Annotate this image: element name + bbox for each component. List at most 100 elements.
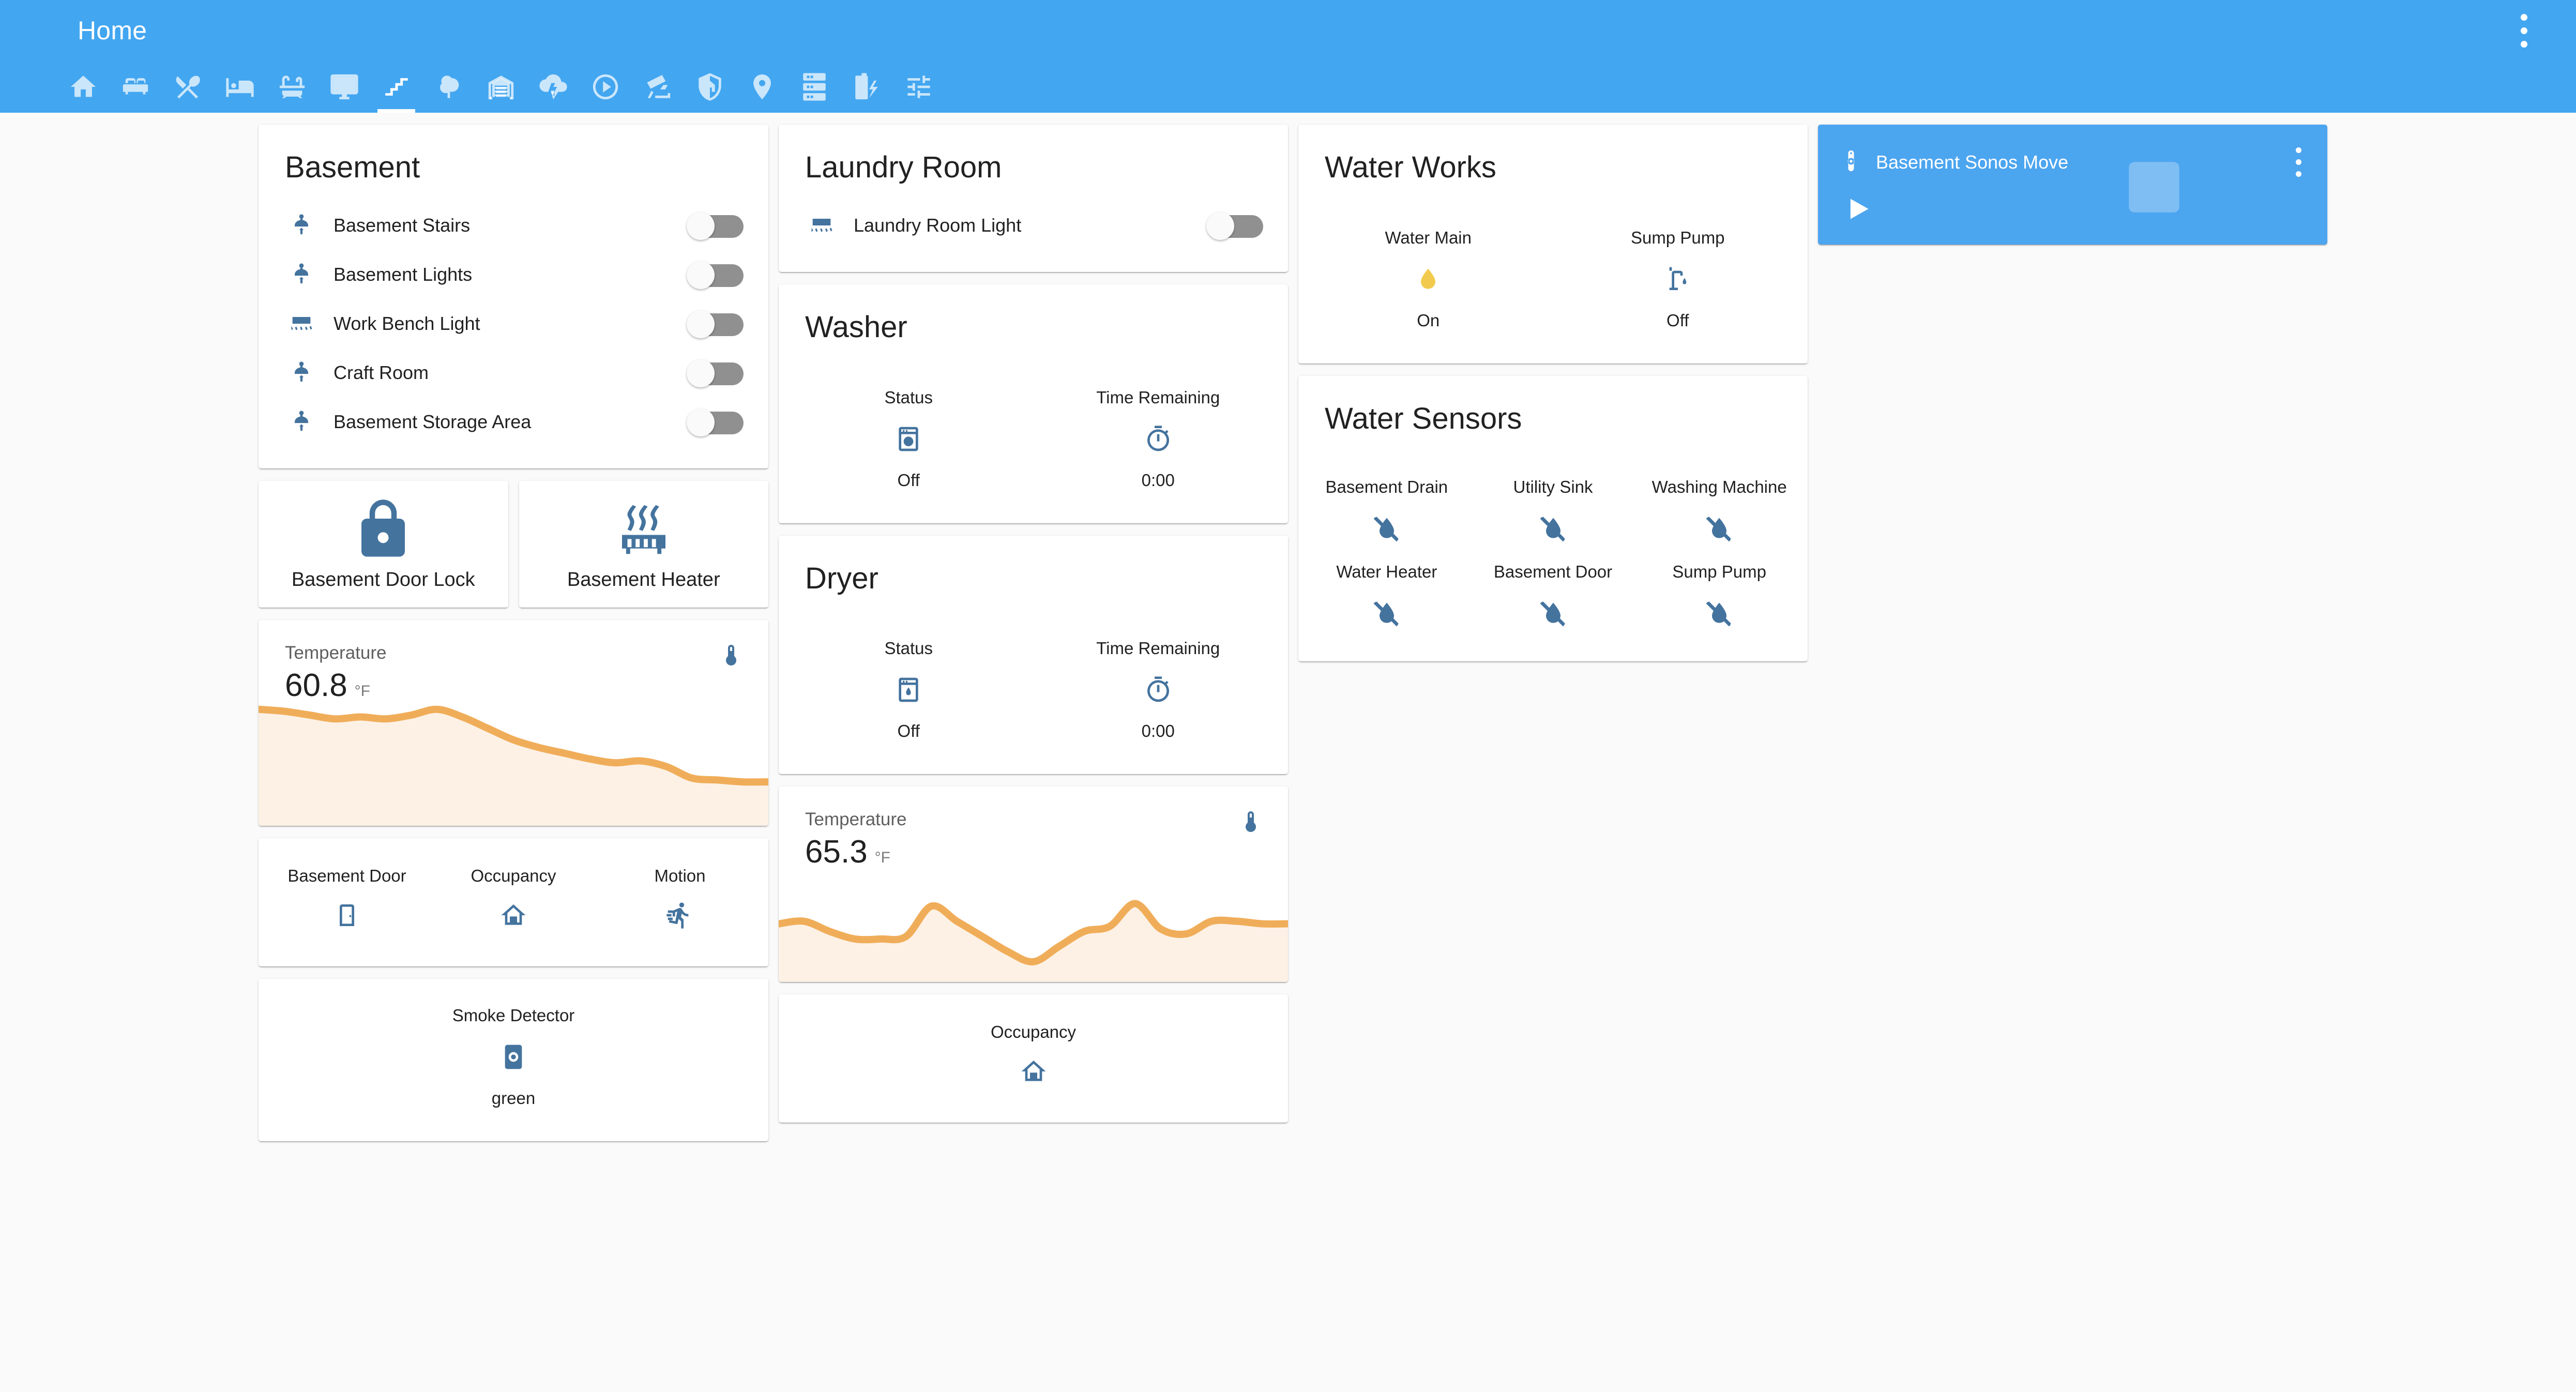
sensor-label: Smoke Detector (452, 1005, 575, 1025)
entity-row-basement-storage-area[interactable]: Basement Storage Area (259, 398, 768, 447)
sensor-smoke-detector[interactable]: Smoke Detector green (264, 1000, 763, 1119)
washer-time-remaining[interactable]: Time Remaining 0:00 (1034, 382, 1283, 502)
tab-kitchen[interactable] (161, 61, 214, 113)
dryer-status[interactable]: Status Off (784, 632, 1034, 752)
entity-label: Craft Room (334, 362, 429, 384)
sensor-washing-machine[interactable]: Washing Machine (1636, 471, 1802, 556)
tab-presence[interactable] (736, 61, 788, 113)
sensor-basement-door-water[interactable]: Basement Door (1470, 556, 1636, 641)
sensor-state: 0:00 (1141, 721, 1175, 741)
basement-button-row: Basement Door Lock Basement Heater (259, 480, 768, 608)
entity-row-laundry-room-light[interactable]: Laundry Room Light (779, 201, 1288, 250)
basement-sensors-card: Basement Door Occupancy Motion (259, 838, 768, 966)
sensor-water-main[interactable]: Water Main On (1304, 222, 1553, 342)
battery-charging-icon (852, 72, 882, 102)
sensor-utility-sink[interactable]: Utility Sink (1470, 471, 1636, 556)
column-water: Water Works Water Main On Sump Pump Off … (1298, 125, 1808, 661)
smoke-detector-glance: Smoke Detector green (259, 979, 768, 1141)
media-play-button[interactable] (1845, 193, 1872, 227)
tab-outside[interactable] (422, 61, 475, 113)
tab-media[interactable] (579, 61, 631, 113)
smoke-detector-card: Smoke Detector green (259, 978, 768, 1141)
tab-living-room[interactable] (109, 61, 161, 113)
tab-bathroom[interactable] (266, 61, 318, 113)
ceiling-light-icon (285, 261, 318, 288)
tab-office[interactable] (318, 61, 370, 113)
column-laundry: Laundry Room Laundry Room Light Washer S… (779, 125, 1288, 1123)
overflow-menu-button[interactable] (2514, 2, 2534, 59)
laundry-temperature-graph (779, 868, 1288, 982)
tab-garage[interactable] (475, 61, 527, 113)
tab-security[interactable] (684, 61, 736, 113)
basement-heater-button[interactable]: Basement Heater (519, 480, 768, 608)
sensor-state: green (491, 1088, 536, 1108)
toggle-basement-lights[interactable] (687, 261, 744, 290)
basement-temperature-card[interactable]: Temperature 60.8 °F (259, 619, 768, 826)
toggle-basement-stairs[interactable] (687, 212, 744, 240)
sensor-sump-pump[interactable]: Sump Pump Off (1553, 222, 1803, 342)
sensor-water-heater[interactable]: Water Heater (1304, 556, 1470, 641)
temperature-label: Temperature (805, 809, 907, 830)
sensor-motion[interactable]: Motion (597, 860, 763, 943)
timer-icon (1144, 423, 1173, 455)
tab-home[interactable] (57, 61, 109, 113)
sensor-sump-pump-water[interactable]: Sump Pump (1636, 556, 1802, 641)
entity-row-work-bench-light[interactable]: Work Bench Light (259, 299, 768, 349)
temperature-label: Temperature (285, 642, 387, 663)
water-sensors-row: Water Heater Basement Door Sump Pump (1304, 556, 1802, 641)
tab-settings[interactable] (892, 61, 945, 113)
sensor-state: Off (897, 470, 920, 490)
app-header: Home (0, 0, 2576, 113)
tab-cameras[interactable] (631, 61, 684, 113)
tab-batteries[interactable] (840, 61, 892, 113)
dot (2296, 171, 2301, 177)
page-title: Home (78, 16, 147, 45)
sensor-occupancy[interactable]: Occupancy (430, 860, 597, 943)
tree-icon (434, 72, 464, 102)
media-player-menu-button[interactable] (2296, 147, 2301, 177)
dryer-card: Dryer Status Off Time Remaining 0:00 (779, 535, 1288, 775)
home-icon (68, 72, 98, 102)
sofa-icon (120, 72, 150, 102)
sensor-label: Utility Sink (1513, 477, 1593, 496)
card-title: Basement (285, 150, 420, 184)
basement-door-lock-button[interactable]: Basement Door Lock (259, 480, 508, 608)
home-outline-icon (499, 899, 528, 931)
toggle-work-bench-light[interactable] (687, 310, 744, 339)
entity-row-basement-stairs[interactable]: Basement Stairs (259, 201, 768, 250)
water-sensors-card: Water Sensors Basement Drain Utility Sin… (1298, 375, 1808, 661)
dashboard-board: Basement Basement Stairs Basement Lights… (0, 113, 2576, 1141)
sensor-label: Time Remaining (1096, 387, 1220, 407)
temperature-unit: °F (874, 849, 890, 867)
toggle-craft-room[interactable] (687, 359, 744, 388)
toggle-basement-storage-area[interactable] (687, 408, 744, 437)
play-circle-icon (590, 72, 620, 102)
tab-weather[interactable] (527, 61, 579, 113)
laundry-temperature-card[interactable]: Temperature 65.3 °F (779, 786, 1288, 982)
toggle-laundry-room-light[interactable] (1206, 212, 1263, 240)
sensor-basement-door[interactable]: Basement Door (264, 860, 430, 943)
sensor-label: Sump Pump (1672, 562, 1766, 581)
home-outline-icon (1019, 1055, 1048, 1087)
tab-system[interactable] (788, 61, 840, 113)
washing-machine-icon (894, 423, 923, 455)
sensor-glance: Basement Door Occupancy Motion (259, 838, 768, 966)
entity-row-craft-room[interactable]: Craft Room (259, 349, 768, 398)
smoke-detector-icon (499, 1041, 528, 1073)
dot (2296, 147, 2301, 153)
tab-bedroom[interactable] (214, 61, 266, 113)
speaker-icon (1840, 149, 1862, 175)
header-top-bar: Home (0, 0, 2576, 61)
media-player-name: Basement Sonos Move (1876, 151, 2069, 173)
washer-status[interactable]: Status Off (784, 382, 1034, 502)
radiator-icon (611, 497, 676, 565)
sensor-basement-drain[interactable]: Basement Drain (1304, 471, 1470, 556)
media-player-card[interactable]: Basement Sonos Move (1818, 125, 2327, 245)
map-marker-icon (747, 72, 777, 102)
washer-card: Washer Status Off Time Remaining 0:00 (779, 284, 1288, 523)
dryer-time-remaining[interactable]: Time Remaining 0:00 (1034, 632, 1283, 752)
sensor-laundry-occupancy[interactable]: Occupancy (784, 1016, 1283, 1099)
entity-row-basement-lights[interactable]: Basement Lights (259, 250, 768, 299)
tab-basement[interactable] (370, 61, 422, 113)
sensor-label: Water Heater (1336, 562, 1437, 581)
